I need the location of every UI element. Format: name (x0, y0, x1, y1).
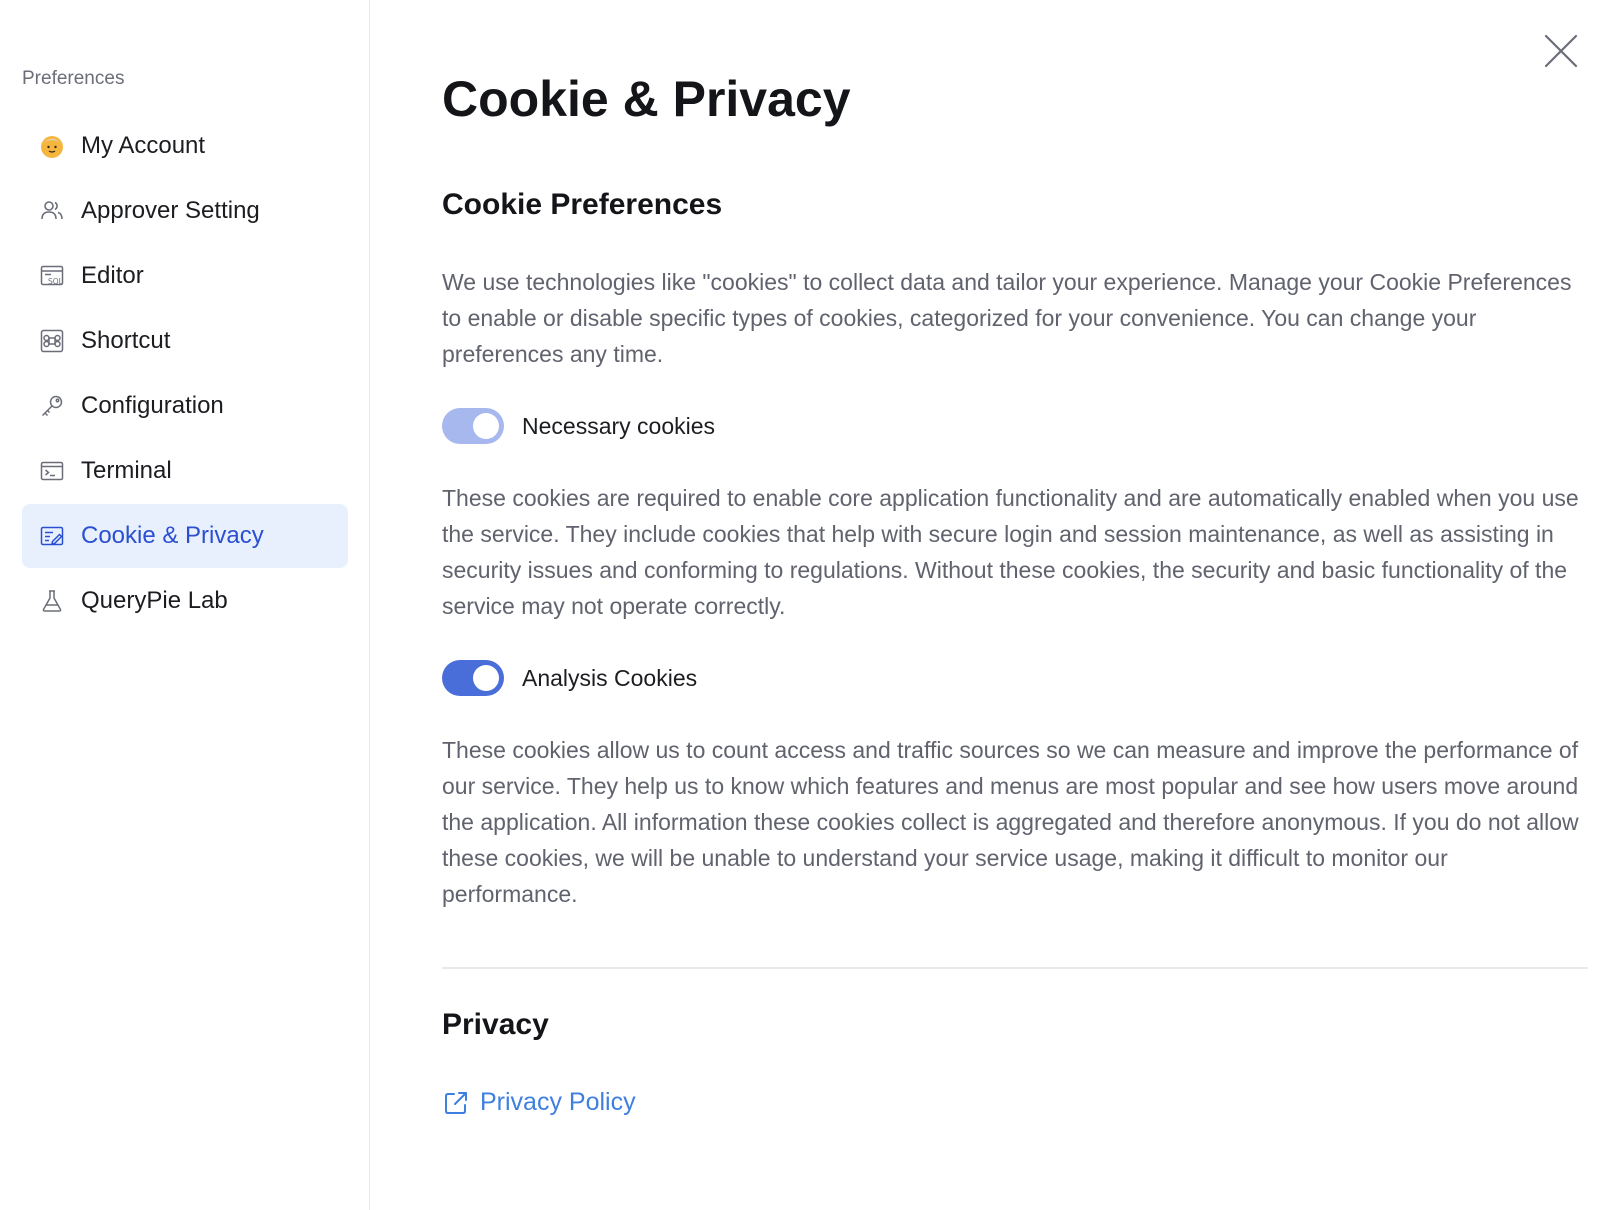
cookie-preferences-heading: Cookie Preferences (442, 188, 723, 221)
sidebar-item-label: Shortcut (81, 327, 171, 354)
section-divider (442, 967, 1588, 969)
flask-icon (39, 588, 65, 614)
analysis-cookies-description: These cookies allow us to count access a… (442, 737, 1579, 907)
external-link-icon (445, 1091, 467, 1114)
sidebar-item-querypie-lab[interactable]: QueryPie Lab (22, 569, 348, 633)
sidebar-item-shortcut[interactable]: Shortcut (22, 309, 348, 373)
sidebar-item-configuration[interactable]: Configuration (22, 374, 348, 438)
necessary-cookies-row: Necessary cookies (442, 408, 715, 444)
privacy-policy-label: Privacy Policy (480, 1088, 636, 1116)
command-key-icon (39, 328, 65, 354)
sidebar-item-label: QueryPie Lab (81, 587, 228, 614)
sidebar-item-editor[interactable]: SQL Editor (22, 244, 348, 308)
sidebar-item-label: Terminal (81, 457, 172, 484)
sidebar-item-label: Cookie & Privacy (81, 522, 264, 549)
terminal-icon (39, 458, 65, 484)
users-icon (39, 198, 65, 224)
sidebar-item-label: My Account (81, 132, 206, 159)
sidebar-nav: My Account Approver Setting SQL Editor S… (22, 114, 348, 634)
sql-editor-icon: SQL (39, 263, 65, 289)
analysis-cookies-label: Analysis Cookies (522, 664, 698, 691)
page-title: Cookie & Privacy (442, 71, 851, 127)
preferences-sidebar: Preferences My Account Approver Setting … (0, 0, 370, 1210)
toggle-knob (473, 665, 499, 691)
necessary-cookies-toggle[interactable] (442, 408, 504, 444)
sidebar-item-label: Configuration (81, 392, 224, 419)
preferences-window: Preferences My Account Approver Setting … (0, 0, 1606, 1210)
analysis-cookies-toggle[interactable] (442, 660, 504, 696)
close-icon (1544, 34, 1578, 68)
key-icon (39, 393, 65, 419)
necessary-cookies-label: Necessary cookies (522, 412, 716, 439)
avatar-icon (39, 133, 65, 159)
sidebar-item-approver-setting[interactable]: Approver Setting (22, 179, 348, 243)
sidebar-heading: Preferences (22, 68, 125, 89)
close-button[interactable] (1540, 30, 1582, 72)
privacy-heading: Privacy (442, 1008, 549, 1041)
svg-text:SQL: SQL (48, 277, 64, 286)
analysis-cookies-row: Analysis Cookies (442, 660, 697, 696)
sidebar-item-label: Approver Setting (81, 197, 260, 224)
privacy-policy-link[interactable]: Privacy Policy (442, 1088, 636, 1117)
sidebar-item-label: Editor (81, 262, 144, 289)
cookie-privacy-icon (39, 523, 65, 549)
cookie-preferences-description: We use technologies like "cookies" to co… (442, 269, 1572, 367)
sidebar-item-my-account[interactable]: My Account (22, 114, 348, 178)
sidebar-item-cookie-privacy[interactable]: Cookie & Privacy (22, 504, 348, 568)
toggle-knob (473, 413, 499, 439)
sidebar-item-terminal[interactable]: Terminal (22, 439, 348, 503)
necessary-cookies-description: These cookies are required to enable cor… (442, 485, 1579, 619)
